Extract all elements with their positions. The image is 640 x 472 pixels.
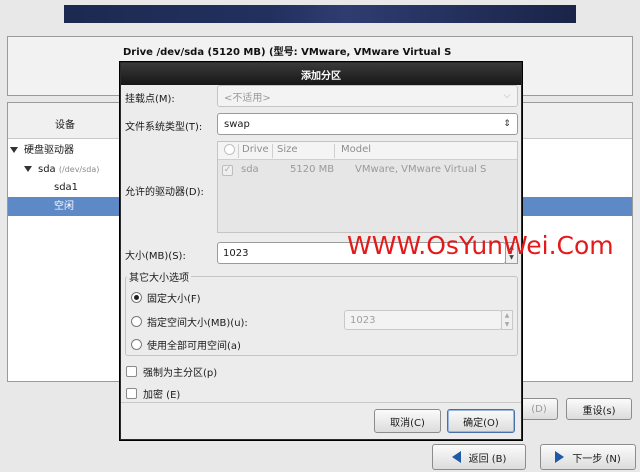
force-primary-option[interactable]: 强制为主分区(p) [126,364,217,379]
column-header-size[interactable]: Size [277,144,298,155]
encrypt-checkbox[interactable] [126,388,137,399]
allowed-drives-label: 允许的驱动器(D): [125,187,204,198]
fixed-size-radio[interactable] [131,292,142,303]
tree-item-sublabel: (/dev/sda) [58,165,100,174]
fs-type-select[interactable]: swap ⇕ [217,113,518,135]
max-size-stepper[interactable]: ▲ ▼ [501,310,513,330]
select-column-icon [224,144,235,155]
tree-item-label: sda [38,164,56,175]
dialog-separator [121,402,521,403]
expander-icon[interactable] [10,147,18,153]
dialog-title: 添加分区 [121,63,521,85]
allowed-drives-header: Drive Size Model [218,142,517,160]
fs-type-label: 文件系统类型(T): [125,122,203,133]
tree-item-label: 硬盘驱动器 [24,145,74,156]
column-header-model[interactable]: Model [341,144,371,155]
drive-name: sda [241,164,259,175]
mount-point-label: 挂载点(M): [125,94,175,105]
drive-sda-checkbox[interactable]: ✓ [222,165,233,176]
reset-button[interactable]: 重设(s) [566,398,632,420]
back-button[interactable]: 返回 (B) [432,444,526,470]
installer-banner [64,5,576,23]
expander-icon[interactable] [24,166,32,172]
watermark-text: WWW.OsYunWei.Com [347,231,614,260]
max-size-option[interactable]: 指定空间大小(MB)(u): [131,314,248,329]
fill-all-space-option[interactable]: 使用全部可用空间(a) [131,337,241,352]
delete-button[interactable]: (D) [520,398,558,420]
drive-size: 5120 MB [290,164,335,175]
column-header-drive[interactable]: Drive [242,144,269,155]
encrypt-option[interactable]: 加密 (E) [126,386,180,401]
mount-point-combo[interactable]: <不适用> ⌵ [217,85,518,107]
other-size-options-legend: 其它大小选项 [127,269,191,284]
updown-arrows-icon: ⇕ [503,119,511,129]
chevron-down-icon: ⌵ [503,91,511,101]
drive-title: Drive /dev/sda (5120 MB) (型号: VMware, VM… [123,47,452,58]
max-size-input[interactable]: 1023 [344,310,502,330]
size-label: 大小(MB)(S): [125,251,186,262]
next-button[interactable]: 下一步 (N) [540,444,636,470]
force-primary-checkbox[interactable] [126,366,137,377]
fixed-size-option[interactable]: 固定大小(F) [131,290,201,305]
arrow-left-icon [451,451,461,463]
tree-item-label: 空闲 [54,201,74,212]
drive-model: VMware, VMware Virtual S [355,164,487,175]
ok-button[interactable]: 确定(O) [447,409,515,433]
fill-all-space-radio[interactable] [131,339,142,350]
max-size-radio[interactable] [131,316,142,327]
arrow-right-icon [555,451,565,463]
cancel-button[interactable]: 取消(C) [374,409,441,433]
tree-item-label: sda1 [54,182,79,193]
column-header-device[interactable]: 设备 [55,116,75,131]
